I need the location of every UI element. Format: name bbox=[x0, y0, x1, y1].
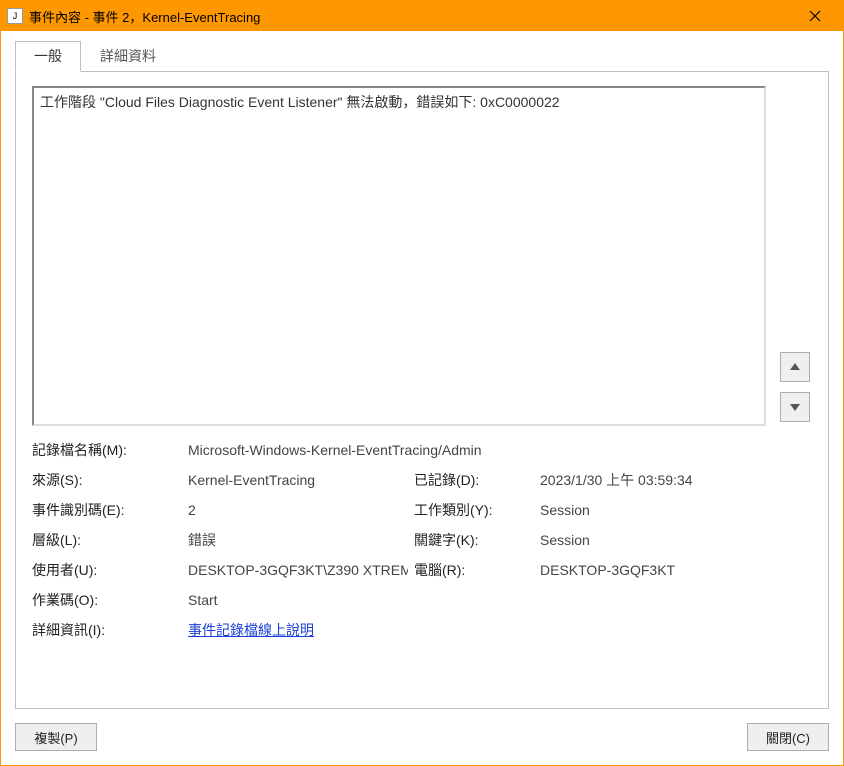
tab-details[interactable]: 詳細資料 bbox=[81, 41, 175, 72]
label-source: 來源(S): bbox=[32, 470, 182, 490]
label-logged: 已記錄(D): bbox=[414, 470, 534, 490]
tab-general[interactable]: 一般 bbox=[15, 41, 81, 72]
value-source: Kernel-EventTracing bbox=[188, 472, 408, 488]
event-message-text: 工作階段 "Cloud Files Diagnostic Event Liste… bbox=[40, 94, 560, 110]
app-icon: J bbox=[7, 8, 23, 24]
message-row: 工作階段 "Cloud Files Diagnostic Event Liste… bbox=[32, 86, 812, 426]
label-opcode: 作業碼(O): bbox=[32, 590, 182, 610]
event-log-help-link[interactable]: 事件記錄檔線上說明 bbox=[188, 622, 314, 638]
value-level: 錯誤 bbox=[188, 530, 408, 550]
label-computer: 電腦(R): bbox=[414, 560, 534, 580]
label-task-category: 工作類別(Y): bbox=[414, 500, 534, 520]
titlebar[interactable]: J 事件內容 - 事件 2，Kernel-EventTracing bbox=[1, 1, 843, 31]
value-computer: DESKTOP-3GQF3KT bbox=[540, 562, 812, 578]
tabpage-general: 工作階段 "Cloud Files Diagnostic Event Liste… bbox=[15, 71, 829, 709]
copy-button[interactable]: 複製(P) bbox=[15, 723, 97, 751]
value-more-info: 事件記錄檔線上說明 bbox=[188, 620, 812, 640]
label-event-id: 事件識別碼(E): bbox=[32, 500, 182, 520]
previous-event-button[interactable] bbox=[780, 352, 810, 382]
window-close-button[interactable] bbox=[793, 1, 837, 31]
arrow-down-icon bbox=[789, 401, 801, 413]
client-area: 一般 詳細資料 工作階段 "Cloud Files Diagnostic Eve… bbox=[1, 31, 843, 765]
value-user: DESKTOP-3GQF3KT\Z390 XTREME bbox=[188, 562, 408, 578]
event-properties-window: J 事件內容 - 事件 2，Kernel-EventTracing 一般 詳細資… bbox=[0, 0, 844, 766]
value-log-name: Microsoft-Windows-Kernel-EventTracing/Ad… bbox=[188, 442, 812, 458]
value-logged: 2023/1/30 上午 03:59:34 bbox=[540, 470, 812, 490]
label-keywords: 關鍵字(K): bbox=[414, 530, 534, 550]
label-more-info: 詳細資訊(I): bbox=[32, 620, 182, 640]
close-icon bbox=[809, 10, 821, 22]
tabstrip: 一般 詳細資料 bbox=[15, 43, 829, 71]
label-log-name: 記錄檔名稱(M): bbox=[32, 440, 182, 460]
dialog-button-row: 複製(P) 關閉(C) bbox=[15, 723, 829, 751]
arrow-up-icon bbox=[789, 361, 801, 373]
label-user: 使用者(U): bbox=[32, 560, 182, 580]
nav-arrows bbox=[780, 86, 812, 426]
value-task-category: Session bbox=[540, 502, 812, 518]
event-message-box[interactable]: 工作階段 "Cloud Files Diagnostic Event Liste… bbox=[32, 86, 766, 426]
next-event-button[interactable] bbox=[780, 392, 810, 422]
label-level: 層級(L): bbox=[32, 530, 182, 550]
close-button[interactable]: 關閉(C) bbox=[747, 723, 829, 751]
value-event-id: 2 bbox=[188, 502, 408, 518]
value-opcode: Start bbox=[188, 592, 812, 608]
window-title: 事件內容 - 事件 2，Kernel-EventTracing bbox=[29, 7, 793, 26]
details-grid: 記錄檔名稱(M): Microsoft-Windows-Kernel-Event… bbox=[32, 440, 812, 640]
value-keywords: Session bbox=[540, 532, 812, 548]
